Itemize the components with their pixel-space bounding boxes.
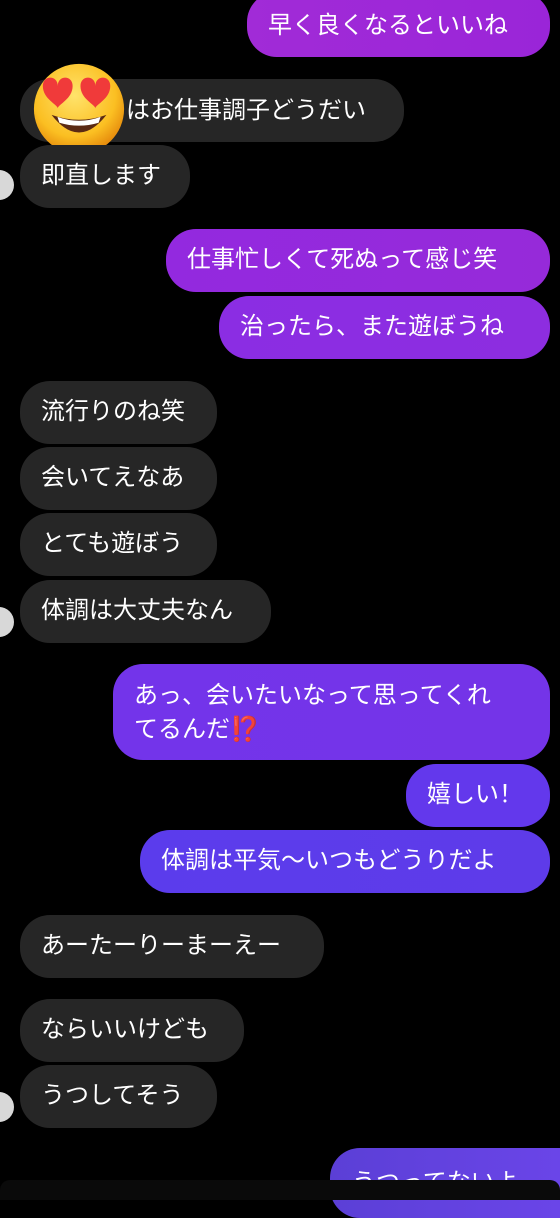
outgoing-message[interactable]: 治ったら、また遊ぼうね — [219, 296, 550, 359]
outgoing-message[interactable]: 仕事忙しくて死ぬって感じ笑 — [166, 229, 550, 292]
contact-avatar[interactable] — [0, 607, 14, 637]
message-text-line: てるんだ⁉️ — [134, 715, 260, 743]
message-text: 嬉しい！ — [427, 780, 523, 808]
heart-eyes-emoji-icon — [33, 63, 125, 155]
outgoing-message[interactable]: 体調は平気〜いつもどうりだよ — [140, 830, 550, 893]
message-text-line: あっ、会いたいなって思ってくれ — [134, 681, 491, 709]
incoming-message[interactable]: ならいいけども — [20, 999, 244, 1062]
exclamation-question-icon: ⁉️ — [230, 715, 260, 743]
contact-avatar[interactable] — [0, 1092, 14, 1122]
message-text: 早く良くなるといいね — [268, 11, 508, 39]
message-text: うつしてそう — [41, 1081, 184, 1109]
message-text: 仕事忙しくて死ぬって感じ笑 — [187, 245, 498, 273]
message-text: 流行りのね笑 — [41, 397, 185, 425]
composer-bar — [0, 1180, 560, 1200]
message-text: あーたーりーまーえー — [41, 931, 281, 959]
message-text: 会いてえなあ — [41, 463, 185, 491]
message-text: 体調は平気〜いつもどうりだよ — [161, 846, 497, 874]
message-text: 治ったら、また遊ぼうね — [240, 312, 504, 340]
message-text: 体調は大丈夫なん — [41, 596, 233, 624]
incoming-message[interactable]: とても遊ぼう — [20, 513, 217, 576]
outgoing-message[interactable]: あっ、会いたいなって思ってくれ てるんだ⁉️ — [113, 664, 550, 760]
message-text: 即直します — [41, 161, 161, 189]
incoming-message[interactable]: 流行りのね笑 — [20, 381, 217, 444]
message-text: ならいいけども — [41, 1015, 209, 1043]
message-text: はお仕事調子どうだい — [126, 96, 366, 124]
contact-avatar[interactable] — [0, 170, 14, 200]
outgoing-message[interactable]: 嬉しい！ — [406, 764, 550, 827]
incoming-message[interactable]: あーたーりーまーえー — [20, 915, 324, 978]
incoming-message[interactable]: 即直します — [20, 145, 190, 208]
incoming-message[interactable]: 会いてえなあ — [20, 447, 217, 510]
message-text: とても遊ぼう — [41, 529, 184, 557]
incoming-message[interactable]: 体調は大丈夫なん — [20, 580, 271, 643]
outgoing-message[interactable]: 早く良くなるといいね — [247, 0, 550, 57]
incoming-message[interactable]: うつしてそう — [20, 1065, 217, 1128]
